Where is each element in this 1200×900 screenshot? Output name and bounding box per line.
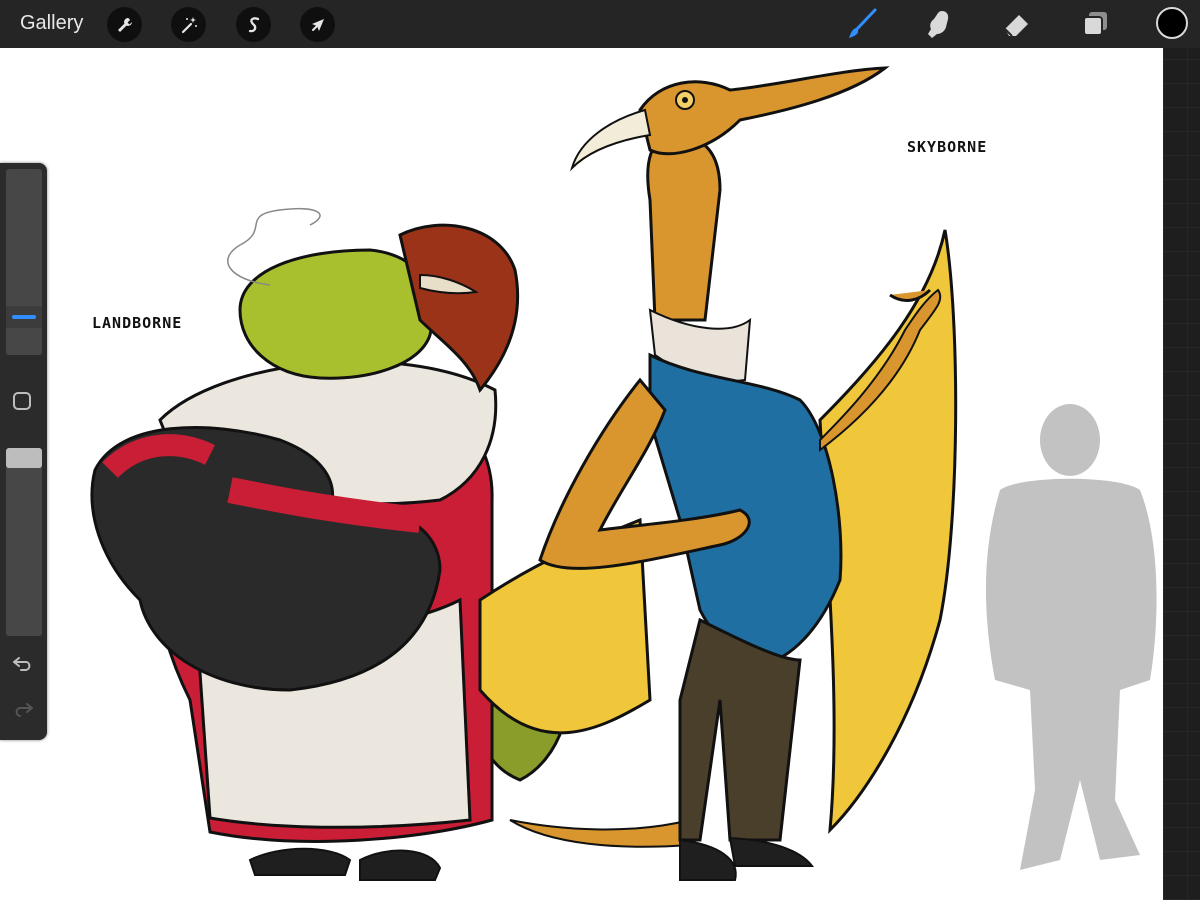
redo-icon [15, 703, 33, 717]
left-sidebar [0, 163, 47, 740]
artwork [90, 66, 1157, 881]
skyborne-neck [646, 135, 722, 322]
arrow-cursor-icon [311, 18, 324, 31]
undo-button[interactable] [11, 652, 35, 676]
top-toolbar: Gallery [0, 0, 1200, 48]
landborne-label: LANDBORNE [92, 314, 183, 332]
opacity-slider[interactable] [6, 448, 42, 636]
actions-button[interactable] [107, 7, 142, 42]
scale-silhouette [985, 404, 1157, 870]
transform-button[interactable] [300, 7, 335, 42]
selection-button[interactable] [236, 7, 271, 42]
eraser-button[interactable] [998, 6, 1034, 42]
selection-s-icon [248, 16, 259, 32]
magic-wand-icon [181, 16, 197, 33]
skyborne-horn [569, 108, 652, 172]
layers-icon [1083, 12, 1107, 36]
skyborne-vest [648, 352, 843, 667]
gallery-button[interactable]: Gallery [20, 12, 83, 35]
color-swatch[interactable] [1156, 7, 1188, 39]
skyborne-label: SKYBORNE [907, 138, 988, 156]
brush-icon [849, 8, 877, 38]
skyborne-head [638, 66, 890, 156]
landborne-head [238, 248, 434, 380]
size-indicator [12, 315, 36, 319]
smudge-finger-icon [928, 11, 949, 38]
layers-button[interactable] [1077, 6, 1113, 42]
drawing-canvas[interactable]: LANDBORNE SKYBORNE [0, 48, 1163, 900]
brush-size-handle[interactable] [6, 306, 42, 328]
canvas-margin-right [1163, 48, 1200, 900]
opacity-handle[interactable] [6, 448, 42, 468]
adjustments-button[interactable] [171, 7, 206, 42]
wrench-icon [117, 17, 132, 32]
modify-button[interactable] [13, 392, 31, 410]
undo-icon [13, 657, 31, 671]
smudge-button[interactable] [921, 6, 957, 42]
eraser-icon [1004, 15, 1028, 37]
redo-button[interactable] [11, 698, 35, 722]
brush-button[interactable] [844, 6, 880, 42]
